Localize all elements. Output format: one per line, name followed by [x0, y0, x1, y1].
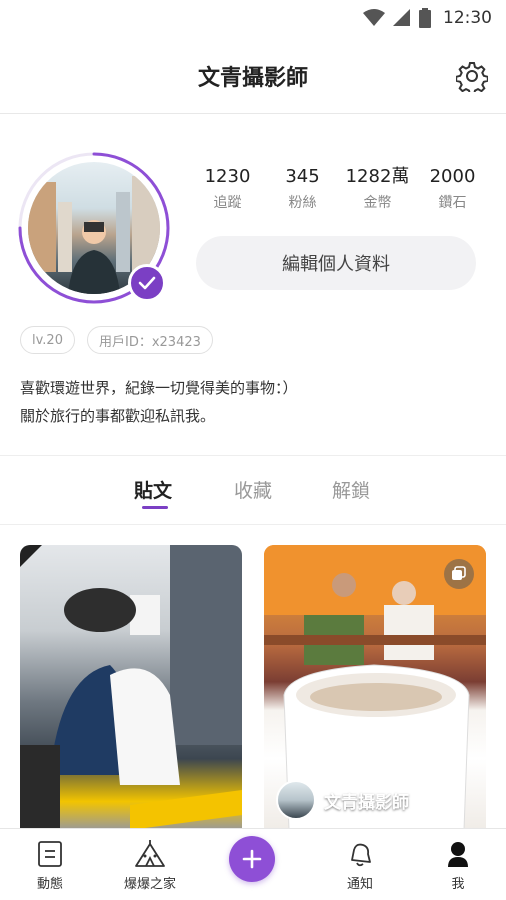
- nav-label: 爆爆之家: [123, 877, 176, 892]
- post-author-name: 文青攝影師: [324, 792, 409, 813]
- check-icon: [138, 276, 156, 290]
- stat-followers[interactable]: 345 粉絲: [265, 166, 340, 212]
- tab-saved[interactable]: 收藏: [234, 476, 272, 503]
- profile-bio: 喜歡環遊世界，紀錄一切覺得美的事物：） 關於旅行的事都歡迎私訊我。: [20, 374, 298, 430]
- signal-icon: [393, 9, 410, 26]
- post-card[interactable]: [20, 545, 242, 830]
- status-icons: 12:30: [363, 8, 492, 28]
- tabs-divider: [0, 524, 506, 525]
- post-image: [20, 545, 242, 830]
- bell-icon: [351, 843, 371, 867]
- gear-icon: [456, 62, 488, 92]
- nav-item-home[interactable]: 爆爆之家: [110, 839, 190, 892]
- tab-unlocked[interactable]: 解鎖: [332, 476, 370, 503]
- plus-icon: [242, 849, 262, 869]
- person-icon: [448, 842, 468, 867]
- post-card[interactable]: 文青攝影師: [264, 545, 486, 830]
- stat-following[interactable]: 1230 追蹤: [190, 166, 265, 212]
- header: 文青攝影師: [0, 38, 506, 114]
- post-corner-marker: [20, 545, 42, 567]
- stat-value: 2000: [429, 166, 476, 187]
- status-bar: 12:30: [0, 0, 506, 38]
- bio-line: 喜歡環遊世界，紀錄一切覺得美的事物：）: [20, 379, 298, 397]
- stat-value: 345: [285, 166, 320, 187]
- verified-badge: [128, 264, 166, 302]
- stat-value: 1230: [204, 166, 251, 187]
- post-author[interactable]: 文青攝影師: [276, 780, 409, 820]
- tab-posts[interactable]: 貼文: [134, 476, 172, 503]
- profile-stats: 1230 追蹤 345 粉絲 1282萬 金幣 2000 鑽石: [190, 166, 490, 212]
- stat-label: 追蹤: [213, 195, 242, 211]
- create-post-button[interactable]: [229, 836, 275, 882]
- battery-icon: [419, 8, 431, 28]
- nav-label: 我: [451, 877, 465, 892]
- stat-label: 金幣: [363, 195, 392, 211]
- nav-label: 動態: [36, 877, 63, 892]
- nav-item-feed[interactable]: 動態: [10, 839, 90, 892]
- stat-label: 粉絲: [288, 195, 317, 211]
- tab-active-indicator: [142, 506, 168, 509]
- stat-value: 1282萬: [345, 166, 410, 187]
- multi-image-icon: [444, 559, 474, 589]
- content-tabs: 貼文 收藏 解鎖: [0, 462, 506, 524]
- wifi-icon: [363, 9, 385, 26]
- feed-icon: [38, 841, 62, 867]
- bio-line: 關於旅行的事都歡迎私訊我。: [20, 407, 216, 425]
- stat-coins[interactable]: 1282萬 金幣: [340, 166, 415, 212]
- stat-diamonds[interactable]: 2000 鑽石: [415, 166, 490, 212]
- profile-avatar[interactable]: [16, 150, 172, 306]
- tent-icon: [135, 840, 165, 867]
- edit-profile-button[interactable]: 編輯個人資料: [196, 236, 476, 290]
- nav-label: 通知: [346, 877, 373, 892]
- status-time: 12:30: [443, 8, 492, 28]
- section-divider: [0, 455, 506, 456]
- stat-label: 鑽石: [438, 195, 467, 211]
- page-title: 文青攝影師: [197, 66, 308, 91]
- profile-chips: lv.20 用戶ID：x23423: [20, 326, 213, 354]
- nav-item-me[interactable]: 我: [418, 839, 498, 892]
- settings-button[interactable]: [454, 58, 490, 94]
- nav-item-notifications[interactable]: 通知: [320, 839, 400, 892]
- post-author-avatar: [276, 780, 316, 820]
- level-chip: lv.20: [20, 326, 75, 354]
- user-id-chip: 用戶ID：x23423: [86, 326, 213, 354]
